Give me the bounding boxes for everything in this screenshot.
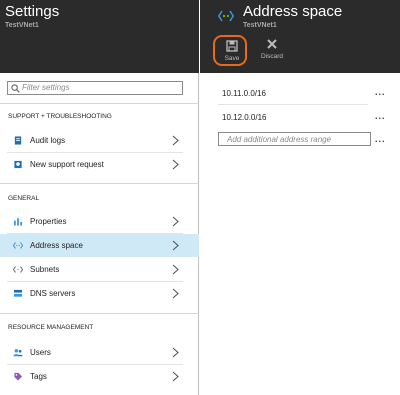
section-heading-support: SUPPORT + TROUBLESHOOTING — [8, 113, 112, 120]
settings-title: Settings — [5, 3, 60, 20]
nav-item-address-space[interactable]: Address space — [0, 234, 199, 257]
add-address-range-input[interactable] — [218, 132, 371, 146]
chevron-right-icon — [172, 159, 179, 170]
divider — [0, 183, 199, 184]
section-heading-resource-management: RESOURCE MANAGEMENT — [8, 324, 94, 331]
nav-item-label: Users — [30, 348, 51, 357]
nav-item-label: Audit logs — [30, 136, 66, 145]
subnets-icon — [13, 266, 23, 273]
close-icon — [267, 39, 277, 49]
nav-item-label: Address space — [30, 241, 83, 250]
address-range-value: 10.12.0.0/16 — [222, 113, 267, 122]
chevron-right-icon — [172, 216, 179, 227]
address-space-title: Address space — [243, 3, 343, 20]
chevron-right-icon — [172, 264, 179, 275]
more-options-button[interactable]: ... — [375, 111, 386, 121]
save-button[interactable]: Save — [213, 35, 247, 66]
address-space-subtitle: TestVNet1 — [243, 22, 277, 29]
discard-label: Discard — [260, 53, 284, 60]
nav-item-users[interactable]: Users — [0, 341, 199, 364]
chevron-right-icon — [172, 288, 179, 299]
search-icon — [11, 84, 20, 93]
settings-subtitle: TestVNet1 — [5, 22, 39, 29]
nav-item-new-support-request[interactable]: New support request — [0, 153, 199, 176]
more-options-button[interactable]: ... — [375, 134, 386, 144]
address-range-value: 10.11.0.0/16 — [222, 89, 266, 98]
nav-item-label: Properties — [30, 217, 67, 226]
section-heading-general: GENERAL — [8, 195, 40, 202]
audit-log-icon — [14, 136, 22, 145]
discard-button[interactable]: Discard — [255, 35, 289, 66]
users-icon — [13, 349, 23, 357]
address-space-icon — [13, 242, 23, 249]
chevron-right-icon — [172, 371, 179, 382]
more-options-button[interactable]: ... — [375, 87, 386, 97]
address-space-icon — [218, 10, 234, 22]
address-space-blade: Address space TestVNet1 Save Discard 10.… — [200, 0, 400, 395]
nav-item-subnets[interactable]: Subnets — [0, 258, 199, 281]
nav-item-audit-logs[interactable]: Audit logs — [0, 129, 199, 152]
filter-placeholder: Filter settings — [22, 83, 70, 92]
nav-item-label: Subnets — [30, 265, 60, 274]
settings-header: Settings TestVNet1 — [0, 0, 199, 73]
filter-settings-input[interactable]: Filter settings — [7, 81, 183, 95]
tags-icon — [14, 372, 23, 381]
support-request-icon — [14, 160, 22, 169]
nav-item-dns-servers[interactable]: DNS servers — [0, 282, 199, 305]
nav-item-label: DNS servers — [30, 289, 76, 298]
nav-item-tags[interactable]: Tags — [0, 365, 199, 388]
chevron-right-icon — [172, 347, 179, 358]
address-space-header: Address space TestVNet1 Save Discard — [200, 0, 400, 73]
divider — [0, 313, 199, 314]
row-divider — [218, 104, 368, 105]
nav-item-label: New support request — [30, 160, 104, 169]
save-label: Save — [224, 55, 240, 62]
settings-blade: Settings TestVNet1 Filter settings SUPPO… — [0, 0, 199, 395]
dns-servers-icon — [13, 289, 23, 297]
chevron-right-icon — [172, 240, 179, 251]
save-icon — [226, 40, 238, 52]
divider — [0, 103, 199, 104]
chevron-right-icon — [172, 135, 179, 146]
nav-item-properties[interactable]: Properties — [0, 210, 199, 233]
nav-item-label: Tags — [30, 372, 47, 381]
properties-icon — [13, 218, 23, 226]
